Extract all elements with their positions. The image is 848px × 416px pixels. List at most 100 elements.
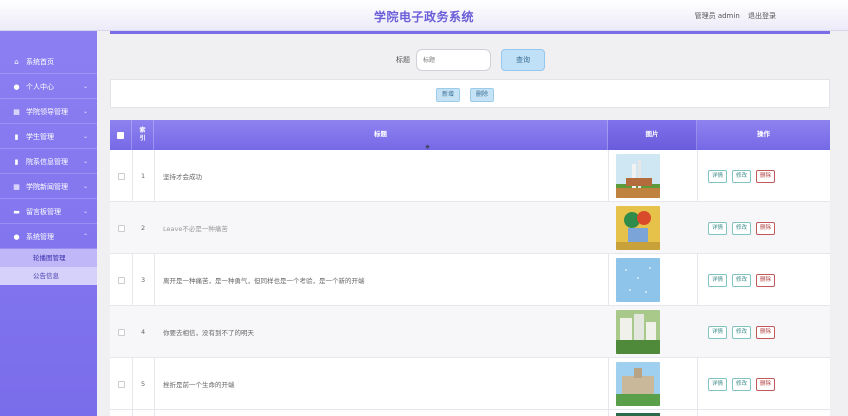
sidebar-item-home[interactable]: ⌂ 系统首页 bbox=[0, 50, 97, 74]
row-title: 坚持才会成功 bbox=[163, 173, 202, 181]
row-actions: 详情 修改 删除 bbox=[708, 202, 776, 254]
row-image[interactable] bbox=[616, 310, 660, 354]
sidebar-item-label: 学院领导管理 bbox=[26, 107, 68, 116]
select-all-checkbox[interactable] bbox=[117, 131, 124, 139]
user-icon: ● bbox=[13, 82, 20, 91]
table-row: 4 你要去相信，没有到不了的明天 详情 修改 删除 bbox=[110, 306, 830, 358]
row-select-cell bbox=[118, 150, 125, 202]
sidebar-item-leaders[interactable]: ▦ 学院领导管理 ⌄ bbox=[0, 100, 97, 124]
edit-button[interactable]: 修改 bbox=[732, 325, 752, 339]
detail-button[interactable]: 详情 bbox=[708, 325, 728, 339]
chevron-up-icon: ⌃ bbox=[82, 233, 88, 240]
edit-button[interactable]: 修改 bbox=[732, 273, 752, 287]
system-submenu: 轮播图管理 公告信息 bbox=[0, 249, 97, 285]
row-select-cell bbox=[118, 254, 125, 306]
sidebar-item-students[interactable]: ▮ 学生管理 ⌄ bbox=[0, 125, 97, 149]
row-image-cell bbox=[616, 150, 660, 202]
chevron-down-icon: ⌄ bbox=[82, 208, 88, 215]
table-row: 3 离开是一种痛苦，是一种勇气，但同样也是一个考验，是一个新的开端 详情 修改 … bbox=[110, 254, 830, 306]
row-actions: 详情 修改 删除 bbox=[708, 306, 776, 358]
sidebar-item-departments[interactable]: ▮ 院系信息管理 ⌄ bbox=[0, 150, 97, 174]
add-button[interactable]: 新增 bbox=[436, 88, 461, 102]
chevron-down-icon: ⌄ bbox=[82, 83, 88, 90]
logout-link[interactable]: 退出登录 bbox=[748, 12, 776, 20]
sidebar-item-label: 个人中心 bbox=[26, 82, 54, 91]
edit-button[interactable]: 修改 bbox=[732, 221, 752, 235]
row-index: 2 bbox=[141, 224, 146, 232]
data-table: 索引 标题 图片 操作 1 坚持才会成功 详情 修改 删除 2 Leave不必是… bbox=[110, 120, 830, 416]
row-index: 3 bbox=[141, 276, 146, 284]
edit-button[interactable]: 修改 bbox=[732, 169, 752, 183]
row-checkbox[interactable] bbox=[118, 276, 125, 284]
row-image[interactable] bbox=[616, 258, 660, 302]
user-icon: ● bbox=[13, 232, 20, 241]
table-header: 索引 标题 图片 操作 bbox=[110, 120, 830, 150]
accent-line bbox=[110, 31, 830, 34]
table-row: 1 坚持才会成功 详情 修改 删除 bbox=[110, 150, 830, 202]
toolbar: 新增 删除 bbox=[110, 79, 830, 108]
detail-button[interactable]: 详情 bbox=[708, 221, 728, 235]
column-header-image: 图片 bbox=[608, 120, 697, 150]
home-icon: ⌂ bbox=[14, 57, 19, 66]
row-checkbox[interactable] bbox=[118, 380, 125, 388]
row-title: Leave不必是一种痛苦 bbox=[163, 225, 228, 233]
grid-icon: ▦ bbox=[13, 107, 20, 116]
sidebar: ⌂ 系统首页 ● 个人中心 ⌄ ▦ 学院领导管理 ⌄ ▮ 学生管理 ⌄ ▮ 院系… bbox=[0, 31, 97, 416]
chevron-down-icon: ⌄ bbox=[82, 133, 88, 140]
sidebar-item-label: 学院新闻管理 bbox=[26, 182, 68, 191]
delete-button[interactable]: 删除 bbox=[756, 273, 776, 287]
chevron-down-icon: ⌄ bbox=[82, 108, 88, 115]
sidebar-item-system[interactable]: ● 系统管理 ⌃ bbox=[0, 225, 97, 249]
grid-icon: ▦ bbox=[13, 182, 20, 191]
row-checkbox[interactable] bbox=[118, 172, 125, 180]
file-icon: ▮ bbox=[14, 132, 19, 141]
search-bar: 标题 查询 bbox=[396, 49, 545, 71]
table-row: 2 Leave不必是一种痛苦 详情 修改 删除 bbox=[110, 202, 830, 254]
row-image-cell bbox=[616, 202, 660, 254]
user-label: 管理员 admin bbox=[694, 12, 740, 20]
batch-delete-button[interactable]: 删除 bbox=[470, 88, 495, 102]
row-title: 挫折是前一个生命的开端 bbox=[163, 381, 235, 389]
row-image[interactable] bbox=[616, 154, 660, 198]
sidebar-item-messages[interactable]: ▬ 留言板管理 ⌄ bbox=[0, 200, 97, 224]
column-header-actions: 操作 bbox=[757, 130, 770, 139]
delete-button[interactable]: 删除 bbox=[756, 221, 776, 235]
detail-button[interactable]: 详情 bbox=[708, 169, 728, 183]
sidebar-item-profile[interactable]: ● 个人中心 ⌄ bbox=[0, 75, 97, 99]
sidebar-item-news[interactable]: ▦ 学院新闻管理 ⌄ bbox=[0, 175, 97, 199]
row-image-cell bbox=[616, 254, 660, 306]
mouse-cursor-icon: ⌖ bbox=[425, 143, 431, 153]
delete-button[interactable]: 删除 bbox=[756, 325, 776, 339]
sidebar-item-label: 学生管理 bbox=[26, 132, 54, 141]
file-icon: ▮ bbox=[14, 157, 19, 166]
row-actions: 详情 修改 删除 bbox=[708, 358, 776, 410]
sidebar-subitem-carousel[interactable]: 轮播图管理 bbox=[0, 249, 97, 267]
row-image[interactable] bbox=[616, 362, 660, 406]
delete-button[interactable]: 删除 bbox=[756, 377, 776, 391]
column-header-title[interactable]: 标题 bbox=[154, 120, 608, 150]
table-row: 5 挫折是前一个生命的开端 详情 修改 删除 bbox=[110, 358, 830, 410]
row-image[interactable] bbox=[616, 206, 660, 250]
select-all-cell bbox=[110, 120, 132, 150]
detail-button[interactable]: 详情 bbox=[708, 377, 728, 391]
edit-button[interactable]: 修改 bbox=[732, 377, 752, 391]
row-title: 你要去相信，没有到不了的明天 bbox=[163, 329, 254, 337]
row-image-cell bbox=[616, 306, 660, 358]
row-checkbox[interactable] bbox=[118, 328, 125, 336]
row-select-cell bbox=[118, 306, 125, 358]
row-title: 离开是一种痛苦，是一种勇气，但同样也是一个考验，是一个新的开端 bbox=[163, 277, 365, 285]
row-select-cell bbox=[118, 358, 125, 410]
sidebar-item-label: 留言板管理 bbox=[26, 207, 61, 216]
row-index: 5 bbox=[141, 380, 146, 388]
row-checkbox[interactable] bbox=[118, 224, 125, 232]
column-header-index: 索引 bbox=[132, 120, 154, 150]
search-input[interactable] bbox=[416, 49, 491, 71]
delete-button[interactable]: 删除 bbox=[756, 169, 776, 183]
sidebar-item-label: 院系信息管理 bbox=[26, 157, 68, 166]
sidebar-subitem-notices[interactable]: 公告信息 bbox=[0, 267, 97, 285]
sidebar-item-label: 系统管理 bbox=[26, 232, 54, 241]
detail-button[interactable]: 详情 bbox=[708, 273, 728, 287]
search-button[interactable]: 查询 bbox=[501, 49, 545, 71]
row-actions: 详情 修改 删除 bbox=[708, 254, 776, 306]
search-label: 标题 bbox=[396, 56, 410, 64]
